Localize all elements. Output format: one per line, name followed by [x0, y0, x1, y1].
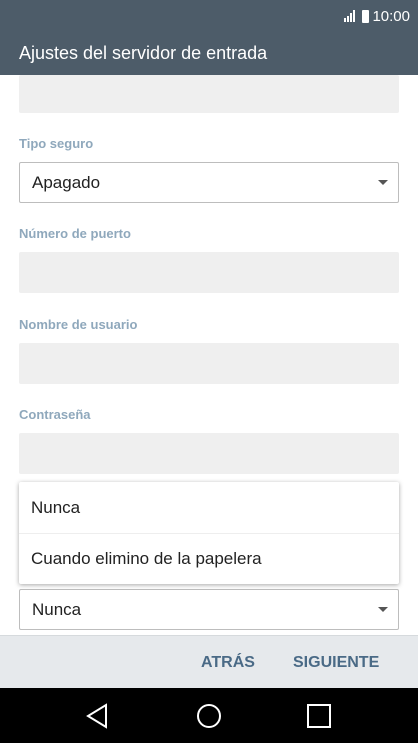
recents-square-icon[interactable] — [305, 702, 333, 730]
caret-down-icon — [378, 180, 388, 185]
tipo-seguro-label: Tipo seguro — [19, 136, 94, 151]
contrasena-input[interactable] — [19, 433, 399, 474]
nombre-usuario-label: Nombre de usuario — [19, 317, 138, 332]
back-triangle-icon[interactable] — [84, 702, 112, 730]
server-field[interactable] — [19, 75, 399, 113]
tipo-seguro-dropdown[interactable]: Apagado — [19, 162, 399, 203]
bottom-action-bar: ATRÁS SIGUIENTE — [0, 635, 418, 688]
nombre-usuario-input[interactable] — [19, 343, 399, 384]
delete-policy-value: Nunca — [32, 599, 82, 619]
menu-item-cuando-elimino[interactable]: Cuando elimino de la papelera — [19, 533, 399, 584]
caret-down-icon — [378, 607, 388, 612]
next-button[interactable]: SIGUIENTE — [293, 636, 379, 689]
numero-puerto-label: Número de puerto — [19, 226, 131, 241]
battery-icon — [362, 9, 370, 23]
status-time: 10:00 — [372, 7, 410, 25]
app-bar: Ajustes del servidor de entrada — [0, 32, 418, 75]
signal-icon — [344, 10, 356, 22]
home-circle-icon[interactable] — [195, 702, 223, 730]
tipo-seguro-value: Apagado — [32, 172, 101, 192]
back-button[interactable]: ATRÁS — [201, 636, 255, 689]
nav-bar — [0, 688, 418, 743]
numero-puerto-input[interactable] — [19, 252, 399, 293]
status-bar: 10:00 — [0, 0, 418, 32]
menu-item-nunca[interactable]: Nunca — [19, 482, 399, 533]
popup-menu: Nunca Cuando elimino de la papelera — [19, 482, 399, 584]
contrasena-label: Contraseña — [19, 407, 91, 422]
delete-policy-dropdown[interactable]: Nunca — [19, 589, 399, 630]
page-title: Ajustes del servidor de entrada — [19, 43, 268, 63]
